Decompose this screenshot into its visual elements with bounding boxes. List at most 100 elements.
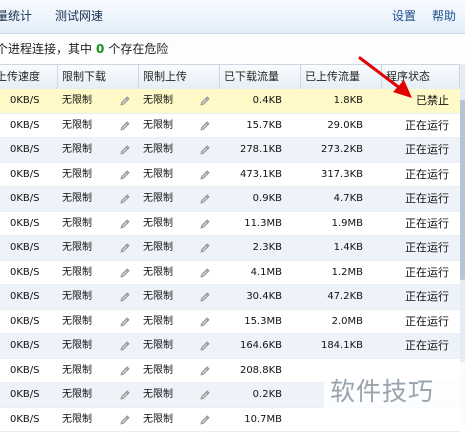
status-cell: 正在运行: [385, 285, 449, 309]
uploaded-cell: 1.2MB: [305, 261, 363, 285]
limit-upload-cell: 无限制: [143, 285, 193, 309]
limit-download-cell: 无限制: [62, 212, 112, 236]
status-cell: 已禁止: [385, 89, 449, 113]
table-row[interactable]: 0KB/S无限制无限制15.3MB2.0MB正在运行: [0, 310, 460, 335]
pencil-icon[interactable]: [119, 218, 131, 230]
pencil-icon[interactable]: [199, 169, 211, 181]
table-row[interactable]: 0KB/S无限制无限制0.4KB1.8KB已禁止: [0, 89, 460, 114]
pencil-icon[interactable]: [199, 218, 211, 230]
table-row[interactable]: 0KB/S无限制无限制30.4KB47.2KB正在运行: [0, 285, 460, 310]
column-header-limit-download[interactable]: 限制下载: [58, 65, 139, 89]
tab-traffic-stats[interactable]: 量统计: [0, 0, 32, 33]
pencil-icon[interactable]: [119, 242, 131, 254]
table-row[interactable]: 0KB/S无限制无限制0.9KB4.7KB正在运行: [0, 187, 460, 212]
pencil-icon[interactable]: [119, 340, 131, 352]
limit-upload-cell: 无限制: [143, 236, 193, 260]
limit-upload-cell: 无限制: [143, 310, 193, 334]
table-row[interactable]: 0KB/S无限制无限制2.3KB1.4KB正在运行: [0, 236, 460, 261]
pencil-icon[interactable]: [119, 169, 131, 181]
upload-speed-cell: 0KB/S: [10, 187, 60, 211]
pencil-icon[interactable]: [119, 414, 131, 426]
limit-download-cell: 无限制: [62, 138, 112, 162]
uploaded-cell: 1.8KB: [305, 89, 363, 113]
limit-download-cell: 无限制: [62, 310, 112, 334]
uploaded-cell: 29.0KB: [305, 114, 363, 138]
upload-speed-cell: 0KB/S: [10, 114, 60, 138]
column-header-status[interactable]: 程序状态: [382, 65, 460, 89]
pencil-icon[interactable]: [199, 242, 211, 254]
top-toolbar: 量统计 测试网速 设置 帮助: [0, 0, 465, 34]
pencil-icon[interactable]: [199, 144, 211, 156]
pencil-icon[interactable]: [119, 267, 131, 279]
downloaded-cell: 4.1MB: [224, 261, 282, 285]
scrollbar-thumb[interactable]: [460, 100, 465, 280]
help-link[interactable]: 帮助: [432, 0, 456, 33]
pencil-icon[interactable]: [119, 120, 131, 132]
pencil-icon[interactable]: [119, 316, 131, 328]
table-row[interactable]: 0KB/S无限制无限制4.1MB1.2MB正在运行: [0, 261, 460, 286]
pencil-icon[interactable]: [119, 365, 131, 377]
uploaded-cell: 1.9MB: [305, 212, 363, 236]
tab-speed-test[interactable]: 测试网速: [55, 0, 103, 33]
downloaded-cell: 2.3KB: [224, 236, 282, 260]
upload-speed-cell: 0KB/S: [10, 310, 60, 334]
pencil-icon[interactable]: [199, 120, 211, 132]
upload-speed-cell: 0KB/S: [10, 138, 60, 162]
table-row[interactable]: 0KB/S无限制无限制278.1KB273.2KB正在运行: [0, 138, 460, 163]
upload-speed-cell: 0KB/S: [10, 285, 60, 309]
downloaded-cell: 10.7MB: [224, 408, 282, 432]
limit-download-cell: 无限制: [62, 261, 112, 285]
limit-upload-cell: 无限制: [143, 138, 193, 162]
pencil-icon[interactable]: [199, 389, 211, 401]
column-header-limit-upload[interactable]: 限制上传: [139, 65, 220, 89]
table-row[interactable]: 0KB/S无限制无限制164.6KB184.1KB正在运行: [0, 334, 460, 359]
pencil-icon[interactable]: [199, 414, 211, 426]
upload-speed-cell: 0KB/S: [10, 359, 60, 383]
downloaded-cell: 278.1KB: [224, 138, 282, 162]
limit-upload-cell: 无限制: [143, 334, 193, 358]
pencil-icon[interactable]: [199, 95, 211, 107]
downloaded-cell: 11.3MB: [224, 212, 282, 236]
status-cell: 正在运行: [385, 187, 449, 211]
pencil-icon[interactable]: [119, 389, 131, 401]
pencil-icon[interactable]: [119, 144, 131, 156]
limit-upload-cell: 无限制: [143, 261, 193, 285]
downloaded-cell: 15.3MB: [224, 310, 282, 334]
summary-prefix: 个进程连接，其中: [0, 42, 92, 56]
pencil-icon[interactable]: [199, 316, 211, 328]
limit-download-cell: 无限制: [62, 114, 112, 138]
pencil-icon[interactable]: [119, 193, 131, 205]
status-cell: 正在运行: [385, 138, 449, 162]
downloaded-cell: 30.4KB: [224, 285, 282, 309]
table-header: 上传速度 限制下载 限制上传 已下载流量 已上传流量 程序状态: [0, 64, 460, 90]
table-row[interactable]: 0KB/S无限制无限制11.3MB1.9MB正在运行: [0, 212, 460, 237]
column-header-upload-speed[interactable]: 上传速度: [0, 65, 58, 89]
upload-speed-cell: 0KB/S: [10, 236, 60, 260]
table-row[interactable]: 0KB/S无限制无限制15.7KB29.0KB正在运行: [0, 114, 460, 139]
limit-download-cell: 无限制: [62, 187, 112, 211]
limit-download-cell: 无限制: [62, 359, 112, 383]
status-cell: 正在运行: [385, 212, 449, 236]
limit-upload-cell: 无限制: [143, 383, 193, 407]
pencil-icon[interactable]: [119, 291, 131, 303]
column-header-downloaded[interactable]: 已下载流量: [220, 65, 301, 89]
pencil-icon[interactable]: [199, 365, 211, 377]
pencil-icon[interactable]: [119, 95, 131, 107]
uploaded-cell: 4.7KB: [305, 187, 363, 211]
pencil-icon[interactable]: [199, 291, 211, 303]
limit-download-cell: 无限制: [62, 408, 112, 432]
limit-upload-cell: 无限制: [143, 359, 193, 383]
column-header-uploaded[interactable]: 已上传流量: [301, 65, 382, 89]
pencil-icon[interactable]: [199, 193, 211, 205]
uploaded-cell: 47.2KB: [305, 285, 363, 309]
upload-speed-cell: 0KB/S: [10, 334, 60, 358]
pencil-icon[interactable]: [199, 340, 211, 352]
settings-link[interactable]: 设置: [392, 0, 416, 33]
uploaded-cell: 2.0MB: [305, 310, 363, 334]
uploaded-cell: 273.2KB: [305, 138, 363, 162]
table-row[interactable]: 0KB/S无限制无限制473.1KB317.3KB正在运行: [0, 163, 460, 188]
upload-speed-cell: 0KB/S: [10, 408, 60, 432]
watermark-backdrop: 软件技巧: [324, 362, 465, 425]
pencil-icon[interactable]: [199, 267, 211, 279]
connection-summary: 个进程连接，其中0个存在危险: [0, 34, 465, 64]
